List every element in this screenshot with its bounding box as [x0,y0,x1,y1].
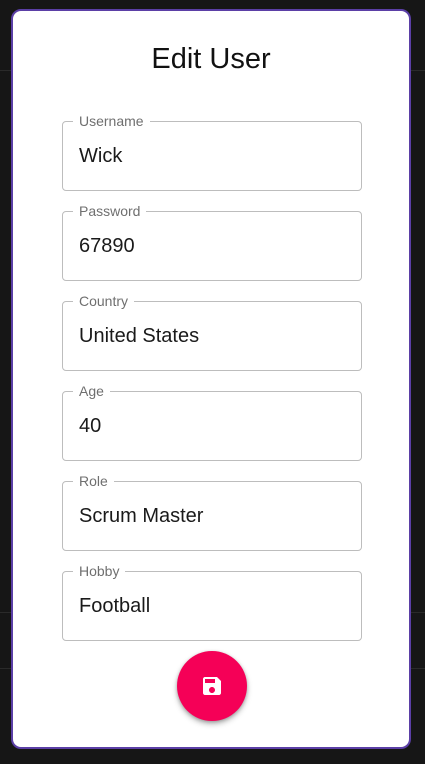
role-label: Role [73,473,114,489]
username-field[interactable]: Username [62,113,362,191]
hobby-label: Hobby [73,563,126,579]
password-field[interactable]: Password [62,203,362,281]
username-input[interactable] [79,142,339,170]
save-button[interactable] [177,651,247,721]
username-label: Username [73,113,150,129]
edit-user-dialog: Edit User Username Password Country Age … [11,9,411,749]
age-label: Age [73,383,110,399]
password-input[interactable] [79,232,339,260]
role-input[interactable] [79,502,339,530]
dialog-title: Edit User [151,43,271,75]
age-field[interactable]: Age [62,383,362,461]
hobby-field[interactable]: Hobby [62,563,362,641]
save-icon [203,677,221,695]
country-field[interactable]: Country [62,293,362,371]
hobby-input[interactable] [79,592,339,620]
role-field[interactable]: Role [62,473,362,551]
country-label: Country [73,293,135,309]
country-input[interactable] [79,322,339,350]
age-input[interactable] [79,412,339,440]
password-label: Password [73,203,147,219]
